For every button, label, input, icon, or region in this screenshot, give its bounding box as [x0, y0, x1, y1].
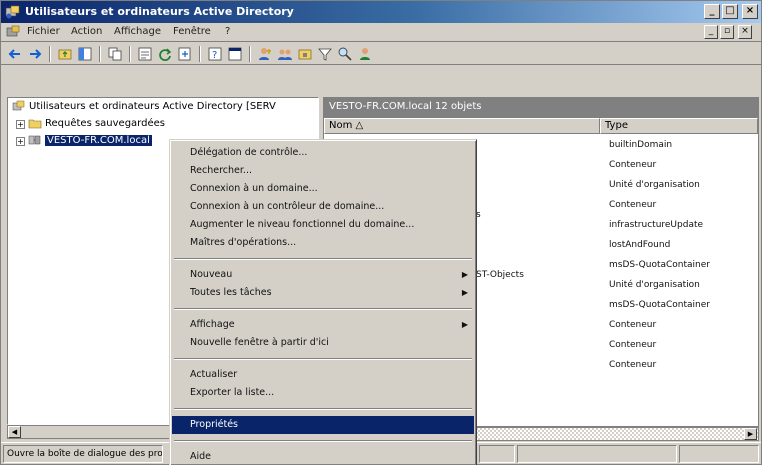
type-cell: msDS-QuotaContainer [609, 260, 710, 270]
type-cell: Conteneur [609, 320, 657, 330]
submenu-arrow-icon: ▶ [461, 320, 468, 329]
toolbar-separator [99, 46, 101, 62]
status-text: Ouvre la boîte de dialogue des propriété… [3, 445, 163, 463]
context-menu: Délégation de contrôle... Rechercher... … [169, 139, 477, 465]
tree-item-domain[interactable]: VESTO-FR.COM.local [28, 134, 152, 148]
scroll-right-button[interactable]: ▶ [744, 428, 757, 440]
menu-separator [174, 408, 472, 410]
type-cell: Unité d'organisation [609, 180, 700, 190]
menu-view[interactable]: Affichage [114, 26, 161, 37]
toolbar-separator [49, 46, 51, 62]
details-header-text: VESTO-FR.COM.local 12 objets [329, 101, 482, 112]
filter-icon[interactable] [317, 46, 333, 62]
active-directory-icon [5, 5, 20, 19]
close-button[interactable]: × [742, 4, 758, 19]
tree-item-saved-queries[interactable]: Requêtes sauvegardées [28, 117, 165, 131]
name-cell: ST-Objects [476, 270, 524, 280]
window-title: Utilisateurs et ordinateurs Active Direc… [25, 5, 294, 18]
menu-action[interactable]: Action [71, 26, 102, 37]
expand-domain-toggle[interactable]: + [16, 137, 25, 146]
new-group-icon[interactable] [277, 46, 293, 62]
toolbar-separator [199, 46, 201, 62]
type-cell: builtinDomain [609, 140, 673, 150]
type-cell: Unité d'organisation [609, 280, 700, 290]
menu-separator [174, 308, 472, 310]
tree-root-label: Utilisateurs et ordinateurs Active Direc… [29, 101, 276, 112]
type-cell: infrastructureUpdate [609, 220, 704, 230]
submenu-arrow-icon: ▶ [461, 270, 468, 279]
up-folder-icon[interactable] [57, 46, 73, 62]
back-arrow-icon[interactable] [7, 46, 23, 62]
scroll-left-button[interactable]: ◀ [8, 426, 21, 438]
menu-file[interactable]: Fichier [27, 26, 60, 37]
details-header: VESTO-FR.COM.local 12 objets [323, 97, 759, 117]
type-cell: Conteneur [609, 360, 657, 370]
menu-item-new[interactable]: Nouveau ▶ [172, 266, 474, 284]
add-to-group-icon[interactable] [357, 46, 373, 62]
type-cell: Conteneur [609, 200, 657, 210]
show-hide-tree-icon[interactable] [77, 46, 93, 62]
toolbar-separator [249, 46, 251, 62]
sort-ascending-icon: △ [355, 120, 364, 131]
menu-help[interactable]: ? [225, 26, 230, 37]
status-pane [479, 445, 515, 463]
column-header-type[interactable]: Type [600, 118, 758, 134]
column-header-name[interactable]: Nom △ [324, 118, 600, 134]
find-icon[interactable] [337, 46, 353, 62]
minimize-button[interactable]: _ [704, 4, 720, 19]
menu-item-properties[interactable]: Propriétés [172, 416, 474, 434]
console-icon[interactable] [5, 25, 21, 40]
menu-window[interactable]: Fenêtre [173, 26, 211, 37]
new-ou-icon[interactable] [297, 46, 313, 62]
menu-separator [174, 258, 472, 260]
status-pane [517, 445, 677, 463]
child-minimize-button[interactable]: _ [704, 25, 718, 39]
menu-item-find[interactable]: Rechercher... [172, 162, 474, 180]
forward-arrow-icon[interactable] [27, 46, 43, 62]
menu-item-export-list[interactable]: Exporter la liste... [172, 384, 474, 402]
tree-root-item[interactable]: Utilisateurs et ordinateurs Active Direc… [12, 100, 276, 114]
menu-separator [174, 440, 472, 442]
toolbar: ? [1, 43, 761, 65]
copy-icon[interactable] [107, 46, 123, 62]
main-window: Utilisateurs et ordinateurs Active Direc… [0, 0, 762, 465]
tree-item-label: Requêtes sauvegardées [45, 118, 165, 129]
properties-icon[interactable] [137, 46, 153, 62]
menu-item-all-tasks[interactable]: Toutes les tâches ▶ [172, 284, 474, 302]
menu-item-help[interactable]: Aide [172, 448, 474, 465]
folder-icon [28, 119, 42, 129]
help-icon[interactable]: ? [207, 46, 223, 62]
type-cell: Conteneur [609, 340, 657, 350]
child-restore-button[interactable]: ▫ [720, 25, 734, 39]
toolbar-separator [129, 46, 131, 62]
menu-item-operations-masters[interactable]: Maîtres d'opérations... [172, 234, 474, 252]
type-cell: lostAndFound [609, 240, 671, 250]
menu-separator [174, 358, 472, 360]
title-bar[interactable]: Utilisateurs et ordinateurs Active Direc… [1, 1, 761, 23]
type-cell: msDS-QuotaContainer [609, 300, 710, 310]
menu-item-connect-dc[interactable]: Connexion à un contrôleur de domaine... [172, 198, 474, 216]
new-user-icon[interactable] [257, 46, 273, 62]
menu-item-refresh[interactable]: Actualiser [172, 366, 474, 384]
export-list-icon[interactable] [177, 46, 193, 62]
menu-item-raise-functional-level[interactable]: Augmenter le niveau fonctionnel du domai… [172, 216, 474, 234]
menu-item-connect-domain[interactable]: Connexion à un domaine... [172, 180, 474, 198]
child-close-button[interactable]: × [738, 25, 752, 39]
menu-bar: Fichier Action Affichage Fenêtre ? _ ▫ × [1, 23, 761, 42]
svg-text:?: ? [212, 50, 217, 61]
maximize-button[interactable]: □ [722, 4, 738, 19]
menu-item-delegate-control[interactable]: Délégation de contrôle... [172, 144, 474, 162]
submenu-arrow-icon: ▶ [461, 288, 468, 297]
tree-item-label: VESTO-FR.COM.local [45, 135, 152, 146]
menu-item-new-window[interactable]: Nouvelle fenêtre à partir d'ici [172, 334, 474, 352]
domain-icon [28, 135, 41, 145]
status-pane [679, 445, 759, 463]
expand-saved-queries-toggle[interactable]: + [16, 120, 25, 129]
type-cell: Conteneur [609, 160, 657, 170]
menu-item-view[interactable]: Affichage ▶ [172, 316, 474, 334]
refresh-icon[interactable] [157, 46, 173, 62]
active-directory-icon [12, 100, 25, 111]
console-window-icon[interactable] [227, 46, 243, 62]
